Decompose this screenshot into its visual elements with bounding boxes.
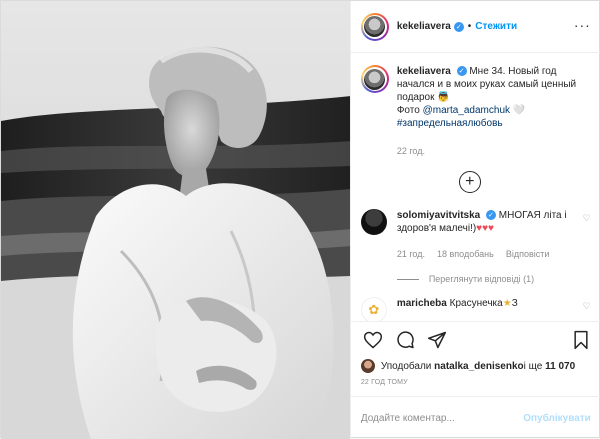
reply-button[interactable]: Відповісти bbox=[506, 249, 550, 259]
comment-text: solomiyavitvitska ✓ МНОГАЯ літа і здоров… bbox=[397, 209, 577, 235]
post-side-panel: kekeliavera ✓ • Стежити ··· kekeliavera … bbox=[349, 1, 600, 439]
follow-button[interactable]: Стежити bbox=[475, 21, 517, 32]
caption-photo-prefix: Фото bbox=[396, 105, 423, 116]
verified-badge-icon: ✓ bbox=[456, 66, 467, 77]
post-caption: kekeliavera ✓ Мне 34. Новый год начался … bbox=[360, 65, 591, 130]
commenter-username[interactable]: maricheba bbox=[397, 298, 447, 309]
photo-credit-link[interactable]: @marta_adamchuk bbox=[423, 105, 510, 116]
commenter-avatar[interactable] bbox=[360, 209, 387, 235]
verified-badge-icon: ✓ bbox=[485, 210, 496, 221]
post-actions-bar bbox=[350, 321, 600, 357]
likes-summary[interactable]: Уподобали natalka_denisenko і ще 11 070 bbox=[360, 357, 596, 375]
star-icon: ★ bbox=[502, 298, 512, 309]
commenter-avatar[interactable]: ✿ bbox=[360, 297, 387, 321]
comment-likes[interactable]: 18 вподобань bbox=[437, 249, 494, 259]
comment-body: Красунечка bbox=[449, 298, 503, 309]
post-header: kekeliavera ✓ • Стежити ··· bbox=[350, 1, 600, 53]
comment-input[interactable] bbox=[360, 412, 511, 424]
comment-extra: З bbox=[511, 298, 518, 309]
portrait-image bbox=[1, 1, 350, 439]
liker-avatar[interactable] bbox=[360, 359, 375, 373]
post-photo[interactable] bbox=[1, 1, 350, 439]
add-comment-bar: Опублікувати bbox=[350, 396, 600, 439]
instagram-post: kekeliavera ✓ • Стежити ··· kekeliavera … bbox=[0, 0, 600, 439]
view-replies-button[interactable]: Переглянути відповіді (1) bbox=[396, 274, 535, 284]
post-date[interactable]: 22 ГОД ТОМУ bbox=[361, 379, 408, 386]
caption-timestamp: 22 год. bbox=[396, 146, 425, 156]
header-separator: • bbox=[467, 21, 472, 32]
hashtag-link[interactable]: #запредельнаялюбовь bbox=[397, 118, 503, 129]
liker-username[interactable]: natalka_denisenko bbox=[434, 361, 523, 372]
likes-middle: і ще bbox=[523, 360, 543, 372]
verified-badge-icon: ✓ bbox=[453, 21, 464, 32]
bookmark-icon[interactable] bbox=[569, 328, 593, 352]
comment-bubble-icon[interactable] bbox=[393, 328, 417, 352]
comments-section[interactable]: kekeliavera ✓ Мне 34. Новый год начался … bbox=[351, 53, 600, 321]
divider-line bbox=[396, 278, 419, 280]
likes-count[interactable]: 11 070 bbox=[545, 361, 575, 372]
publish-button[interactable]: Опублікувати bbox=[523, 413, 591, 424]
like-comment-heart-icon[interactable]: ♡ bbox=[583, 213, 591, 224]
like-heart-icon[interactable] bbox=[361, 328, 385, 352]
caption-username[interactable]: kekeliavera bbox=[397, 66, 451, 77]
load-more-comments-icon[interactable]: + bbox=[458, 171, 481, 193]
author-avatar[interactable] bbox=[360, 12, 389, 41]
caption-text: kekeliavera ✓ Мне 34. Новый год начался … bbox=[397, 65, 589, 130]
red-hearts-icon: ♥♥♥ bbox=[476, 223, 494, 234]
view-replies-label: Переглянути відповіді (1) bbox=[428, 274, 535, 284]
author-username[interactable]: kekeliavera bbox=[397, 21, 451, 32]
commenter-username[interactable]: solomiyavitvitska bbox=[397, 210, 480, 221]
likes-prefix: Уподобали bbox=[380, 360, 432, 372]
comment-meta: 21 год. 18 вподобань Відповісти bbox=[397, 249, 550, 259]
credit-suffix: 🤍 bbox=[510, 105, 526, 116]
like-comment-heart-icon[interactable]: ♡ bbox=[583, 301, 591, 312]
comment-text: maricheba Красунечка★З bbox=[397, 297, 577, 310]
share-paper-plane-icon[interactable] bbox=[425, 328, 449, 352]
comment-time: 21 год. bbox=[396, 249, 425, 259]
caption-avatar[interactable] bbox=[360, 65, 389, 93]
more-options-icon[interactable]: ··· bbox=[574, 18, 591, 32]
